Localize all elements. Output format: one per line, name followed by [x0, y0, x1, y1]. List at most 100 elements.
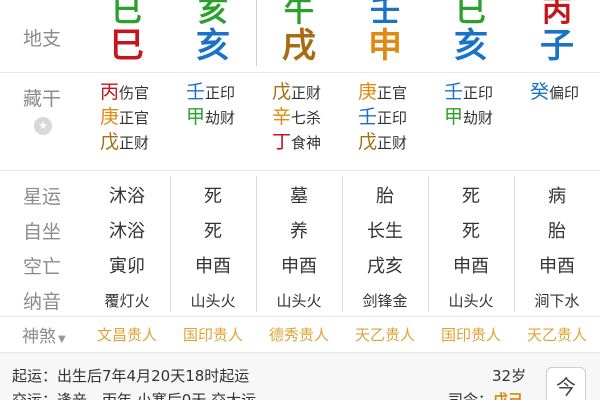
xingyun-cell: 胎 [376, 186, 394, 207]
shensha-item[interactable]: 德秀贵人 [256, 324, 342, 345]
zizuo-cell: 养 [290, 221, 308, 242]
kongwang-label: 空亡 [22, 256, 61, 278]
canggan-entry: 甲劫财 [428, 105, 514, 130]
caret-down-icon: ▼ [58, 334, 66, 345]
zizuo-cell: 死 [462, 221, 480, 242]
jiaoyun-line: 交运：逢辛、丙年 小寒后0天 交大运 [12, 391, 257, 400]
shensha-item[interactable]: 天乙贵人 [514, 324, 600, 345]
ten-god: 正财 [291, 84, 322, 102]
canggan-entry: 庚正官 [84, 105, 170, 130]
dizhi-row: 地支 巳 亥 戌 申 亥 子 [0, 10, 600, 72]
zizuo-cell: 死 [204, 221, 222, 242]
shensha-label[interactable]: 神煞 ▼ [22, 322, 66, 347]
hidden-stem: 壬 [444, 81, 464, 103]
xingyun-cell: 病 [548, 186, 566, 207]
hidden-stem: 癸 [530, 81, 550, 103]
xingyun-row: 星运 沐浴 死 墓 胎 死 病 [0, 176, 600, 211]
dizhi-char: 戌 [282, 26, 316, 66]
canggan-entry: 壬正印 [170, 80, 256, 105]
nayin-cell: 山头火 [448, 292, 494, 310]
canggan-cell: 壬正印 甲劫财 [170, 80, 256, 130]
xingyun-cell: 死 [204, 186, 222, 207]
canggan-cell: 庚正官 壬正印 戊正财 [342, 80, 428, 155]
kongwang-cell: 寅卯 [109, 256, 145, 277]
ten-god: 正印 [463, 84, 494, 102]
shensha-item[interactable]: 国印贵人 [428, 324, 514, 345]
kongwang-cell: 申酉 [539, 256, 575, 277]
dizhi-char: 亥 [454, 26, 488, 66]
divider [0, 72, 600, 73]
ten-god: 正财 [377, 134, 408, 152]
dizhi-label: 地支 [22, 28, 61, 50]
hidden-stem: 甲 [444, 106, 464, 128]
canggan-entry: 丁食神 [256, 130, 342, 155]
ten-god: 七杀 [291, 109, 322, 127]
star-icon[interactable]: ★ [34, 117, 52, 135]
canggan-entry: 壬正印 [428, 80, 514, 105]
zizuo-label: 自坐 [22, 221, 61, 243]
canggan-entry: 丙伤官 [84, 80, 170, 105]
nayin-cell: 剑锋金 [362, 292, 408, 310]
canggan-entry: 戊正财 [342, 130, 428, 155]
zizuo-cell: 沐浴 [109, 221, 145, 242]
kongwang-row: 空亡 寅卯 申酉 申酉 戌亥 申酉 申酉 [0, 246, 600, 281]
hidden-stem: 丙 [100, 81, 120, 103]
column-divider [428, 176, 429, 312]
shensha-item[interactable]: 天乙贵人 [342, 324, 428, 345]
ten-god: 劫财 [205, 109, 236, 127]
siling-line: 司令：戊己 [448, 391, 524, 400]
hidden-stem: 丁 [272, 131, 292, 153]
divider [0, 170, 600, 171]
ten-god: 伤官 [119, 84, 150, 102]
xingyun-label: 星运 [22, 186, 61, 208]
calendar-today-button[interactable]: 今 [546, 367, 586, 400]
dizhi-char: 巳 [110, 26, 144, 66]
divider [0, 316, 600, 317]
xingyun-cell: 沐浴 [109, 186, 145, 207]
column-divider [256, 176, 257, 312]
column-divider [256, 0, 257, 66]
shensha-item[interactable]: 国印贵人 [170, 324, 256, 345]
hidden-stem: 戊 [358, 131, 378, 153]
kongwang-cell: 戌亥 [367, 256, 403, 277]
shensha-row[interactable]: 神煞 ▼ 文昌贵人 国印贵人 德秀贵人 天乙贵人 国印贵人 天乙贵人 [0, 318, 600, 350]
ten-god: 偏印 [549, 84, 580, 102]
canggan-entry: 甲劫财 [170, 105, 256, 130]
canggan-entry: 癸偏印 [514, 80, 600, 105]
top-row-clipped: 巳亥午壬巳丙 [0, 0, 600, 29]
kongwang-cell: 申酉 [281, 256, 317, 277]
hidden-stem: 戊 [272, 81, 292, 103]
shensha-item[interactable]: 文昌贵人 [84, 324, 170, 345]
zizuo-cell: 胎 [548, 221, 566, 242]
hidden-stem: 庚 [358, 81, 378, 103]
canggan-cell: 丙伤官 庚正官 戊正财 [84, 80, 170, 155]
canggan-entry: 戊正财 [256, 80, 342, 105]
column-divider [170, 176, 171, 312]
age-value: 32岁 [492, 367, 527, 385]
zizuo-row: 自坐 沐浴 死 养 长生 死 胎 [0, 211, 600, 246]
column-divider [514, 176, 515, 312]
canggan-entry: 庚正官 [342, 80, 428, 105]
nayin-cell: 覆灯火 [104, 292, 150, 310]
zizuo-cell: 长生 [367, 221, 403, 242]
dizhi-char: 亥 [196, 26, 230, 66]
hidden-stem: 壬 [358, 106, 378, 128]
canggan-cell: 壬正印 甲劫财 [428, 80, 514, 130]
ten-god: 正印 [377, 109, 408, 127]
canggan-entry: 辛七杀 [256, 105, 342, 130]
nayin-label: 纳音 [22, 291, 61, 313]
hidden-stem: 庚 [100, 106, 120, 128]
canggan-entry: 壬正印 [342, 105, 428, 130]
canggan-entry: 戊正财 [84, 130, 170, 155]
dizhi-char: 申 [368, 26, 402, 66]
ten-god: 正财 [119, 134, 150, 152]
kongwang-cell: 申酉 [195, 256, 231, 277]
ten-god: 正印 [205, 84, 236, 102]
hidden-stem: 辛 [272, 106, 292, 128]
qiyun-line: 起运：出生后7年4月20天18时起运 [12, 367, 250, 385]
nayin-row: 纳音 覆灯火 山头火 山头火 剑锋金 山头火 涧下水 [0, 281, 600, 316]
column-divider [342, 176, 343, 312]
canggan-cell: 癸偏印 [514, 80, 600, 105]
ten-god: 正官 [119, 109, 150, 127]
canggan-label: 藏干 [22, 88, 61, 110]
